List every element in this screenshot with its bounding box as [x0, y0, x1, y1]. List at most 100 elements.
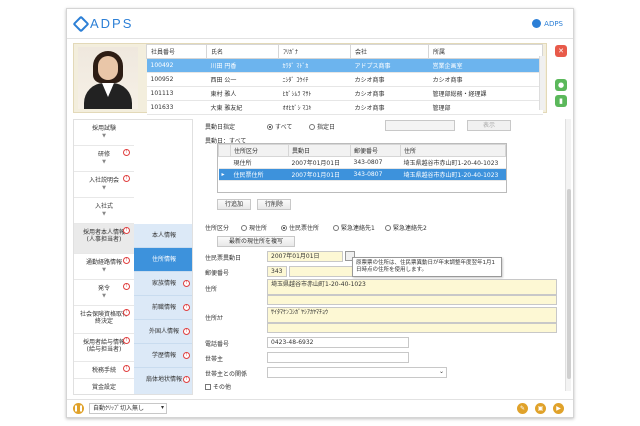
person-add-icon[interactable]: ●	[555, 79, 567, 91]
radio-emergency-2[interactable]: 緊急連絡先2	[385, 223, 427, 232]
cell: 埼玉県越谷市赤山町1-20-40-1023	[400, 156, 506, 169]
subnav-prev-job[interactable]: 前職情報!	[134, 296, 192, 320]
delete-row-button[interactable]: 行削除	[257, 199, 291, 210]
nav-left-column: 採用試験 ▼ 研修 ▼! 入社説明会 ▼! 入社式 ▼ 採用者本人情報 (人事担当者)!…	[74, 120, 134, 394]
table-row[interactable]: 101113 東村 雅人 ﾋｶﾞｼﾑﾗ ﾏｻﾄ カシオ商事 管理部総務・経理課	[146, 86, 543, 101]
address-table-header: 住所区分 異動日 郵便番号 住所	[218, 144, 506, 157]
col-header[interactable]: 社員番号	[146, 44, 207, 59]
radio-resident-address[interactable]: 住民票住所	[281, 223, 319, 232]
table-row[interactable]: 現住所 2007年01月01日 343-0807 埼玉県越谷市赤山町1-20-4…	[218, 156, 506, 169]
phone-input[interactable]: 0423-48-6932	[267, 337, 409, 348]
subnav-foreigner[interactable]: 外国人情報!	[134, 320, 192, 344]
nav-label: 入社式	[94, 203, 113, 210]
col-header[interactable]: ﾌﾘｶﾞﾅ	[278, 44, 351, 59]
alert-badge: !	[123, 365, 130, 372]
document-icon[interactable]: ▮	[555, 95, 567, 107]
kana-input[interactable]: ｻｲﾀﾏｹﾝｺｼｶﾞﾔｼｱｶﾔﾏﾁｮｳ	[267, 307, 557, 323]
nav-label: 採用者給与情報 (給与担当者)	[82, 339, 125, 353]
cell: 100952	[146, 72, 207, 87]
date-input[interactable]	[385, 120, 455, 131]
householder-input[interactable]	[267, 352, 409, 363]
resident-date-label: 住民票異動日	[205, 255, 242, 262]
table-row[interactable]: ▸ 住民票住所 2007年01月01日 343-0807 埼玉県越谷市赤山町1-…	[218, 168, 506, 181]
save-icon[interactable]: ▣	[535, 403, 546, 414]
subnav-address[interactable]: 住所情報	[134, 248, 192, 272]
add-row-button[interactable]: 行追加	[217, 199, 251, 210]
edit-icon[interactable]: ✎	[517, 403, 528, 414]
relation-select[interactable]: ⌄	[267, 367, 447, 378]
radio-all[interactable]: すべて	[267, 122, 292, 131]
copy-address-button[interactable]: 最新の現住所を複写	[217, 236, 295, 247]
scrollbar-thumb[interactable]	[567, 189, 571, 379]
kana-label: 住所ｶﾅ	[205, 315, 224, 322]
app-window: ADPS ADPS 社員番号 氏名 ﾌﾘｶﾞﾅ 会社 所属 100492 川田 …	[66, 8, 574, 418]
radio-icon	[241, 225, 247, 231]
nav-item-social-insurance[interactable]: 社会保険資格取得 終決定!	[74, 306, 134, 334]
subnav-family[interactable]: 家族情報!	[134, 272, 192, 296]
nav-item-commute[interactable]: 通勤経路情報 ▼!	[74, 254, 134, 280]
cell: 住民票住所	[230, 168, 289, 181]
nav-item-tax[interactable]: 税務手続!	[74, 362, 134, 379]
chevron-down-icon: ▾	[160, 404, 164, 411]
nav-item-appointment[interactable]: 発令 ▼!	[74, 280, 134, 306]
col-header[interactable]: 郵便番号	[350, 144, 401, 157]
employee-scrollbar[interactable]	[539, 56, 545, 110]
col-header[interactable]: 氏名	[206, 44, 279, 59]
address-type-label: 住所区分	[205, 225, 230, 232]
form-scrollbar[interactable]	[565, 119, 571, 391]
cell: 101633	[146, 100, 207, 115]
change-date-label: 異動日指定	[205, 124, 236, 131]
col-header[interactable]: 住所	[400, 144, 506, 157]
radio-label: すべて	[275, 124, 293, 131]
postal-input[interactable]: 343	[267, 266, 287, 277]
address-form: 異動日指定 すべて 指定日 表示 異動日：すべて 住所区分 異動日 郵便番号 住…	[199, 113, 571, 397]
kana-input-2[interactable]	[267, 323, 557, 333]
table-row[interactable]: 100952 西田 公一 ﾆｼﾀﾞ ｺｳｲﾁ カシオ商事 カシオ商事	[146, 72, 543, 87]
alert-badge: !	[123, 175, 130, 182]
nav-item-salary-info[interactable]: 採用者給与情報 (給与担当者)!	[74, 334, 134, 362]
subnav-label: 住所情報	[151, 256, 176, 263]
col-header[interactable]: 異動日	[288, 144, 351, 157]
cell: カシオ商事	[428, 72, 543, 87]
address-input[interactable]: 埼玉県越谷市赤山町1-20-40-1023	[267, 279, 557, 295]
subnav-health[interactable]: 扇体地状情報!	[134, 368, 192, 394]
radio-emergency-1[interactable]: 緊急連絡先1	[333, 223, 375, 232]
alert-badge: !	[183, 328, 190, 335]
nav-item-personal-info[interactable]: 採用者本人情報 (人事担当者)!	[74, 224, 134, 254]
radio-label: 指定日	[317, 124, 336, 131]
radio-current-address[interactable]: 現住所	[241, 223, 267, 232]
nav-item-orientation[interactable]: 入社説明会 ▼!	[74, 172, 134, 198]
alert-badge: !	[183, 376, 190, 383]
chevron-down-icon: ▼	[102, 133, 106, 139]
col-header[interactable]: 会社	[350, 44, 429, 59]
radio-specified[interactable]: 指定日	[309, 122, 335, 131]
address-input-2[interactable]	[267, 295, 557, 305]
other-checkbox[interactable]: その他	[205, 382, 231, 391]
subnav-label: 外国人情報	[148, 328, 179, 335]
employee-table: 社員番号 氏名 ﾌﾘｶﾞﾅ 会社 所属 100492 川田 円香 ｶﾜﾀﾞ ﾏﾄﾞｶ…	[146, 44, 543, 115]
table-row[interactable]: 100492 川田 円香 ｶﾜﾀﾞ ﾏﾄﾞｶ アドプス商事 営業企画室	[146, 58, 543, 73]
col-header[interactable]: 住所区分	[230, 144, 289, 157]
col-header[interactable]: 所属	[428, 44, 543, 59]
clip-select[interactable]: 自動ｸﾘｯﾌﾟ切入無し ▾	[89, 403, 167, 414]
radio-label: 住民票住所	[289, 225, 320, 232]
relation-label: 世帯主との関係	[205, 371, 247, 378]
user-menu[interactable]: ADPS	[532, 19, 563, 28]
close-icon[interactable]: ✕	[555, 45, 567, 57]
nav-item-bonus[interactable]: 賞金設定	[74, 379, 134, 394]
householder-label: 世帯主	[205, 356, 224, 363]
cell: ｶﾜﾀﾞ ﾏﾄﾞｶ	[278, 58, 351, 73]
checkbox-icon	[205, 384, 211, 390]
cell: カシオ商事	[350, 72, 429, 87]
display-button[interactable]: 表示	[467, 120, 511, 131]
nav-item-recruit-exam[interactable]: 採用試験 ▼	[74, 120, 134, 146]
resident-date-input[interactable]: 2007年01月01日	[267, 251, 343, 262]
address-table: 住所区分 異動日 郵便番号 住所 現住所 2007年01月01日 343-080…	[217, 143, 507, 193]
nav-item-ceremony[interactable]: 入社式 ▼	[74, 198, 134, 224]
pause-icon[interactable]: ❚❚	[73, 403, 84, 414]
subnav-education[interactable]: 学歴情報!	[134, 344, 192, 368]
alert-badge: !	[123, 283, 130, 290]
nav-item-training[interactable]: 研修 ▼!	[74, 146, 134, 172]
next-icon[interactable]: ▶	[553, 403, 564, 414]
subnav-personal[interactable]: 本人情報	[134, 224, 192, 248]
